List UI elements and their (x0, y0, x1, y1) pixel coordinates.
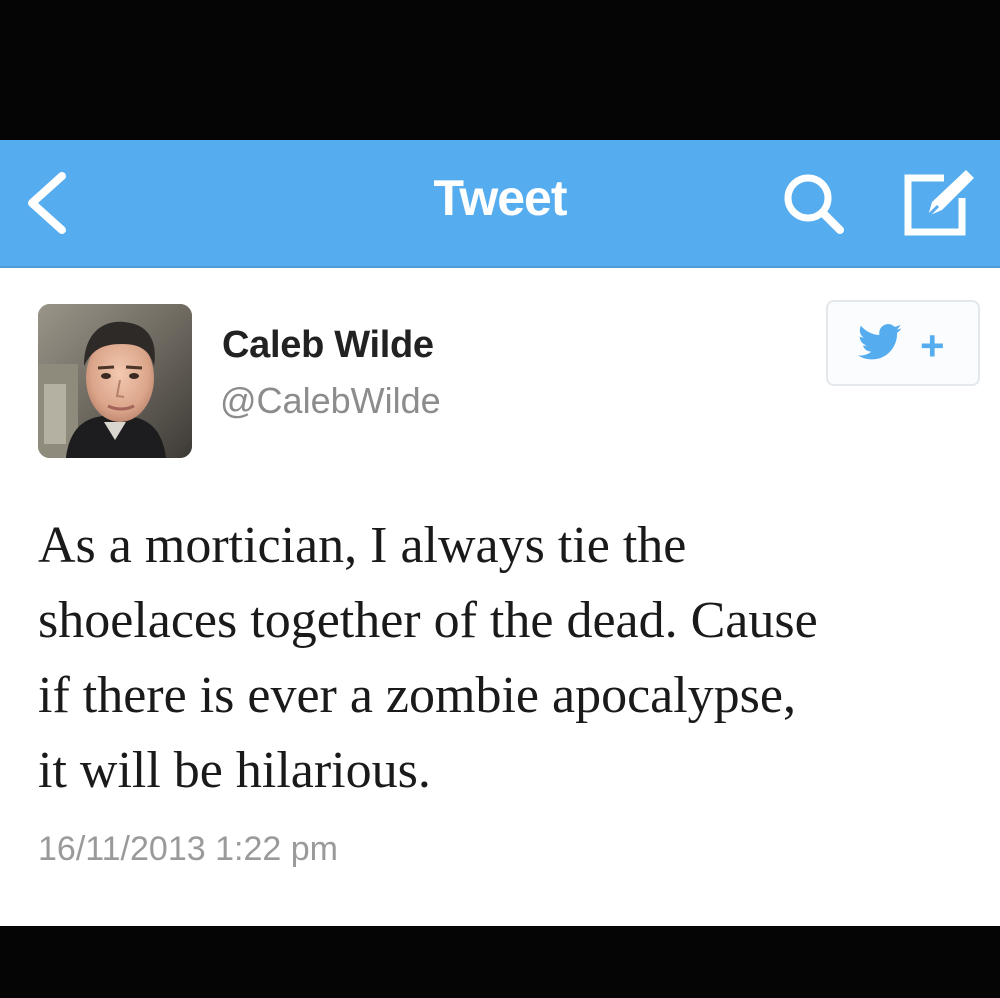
search-icon (784, 174, 844, 234)
compose-button[interactable] (898, 164, 978, 240)
author-display-name[interactable]: Caleb Wilde (222, 324, 434, 367)
tweet-text: As a mortician, I always tie the shoelac… (38, 508, 988, 808)
tweet-text-line: it will be hilarious. (38, 742, 431, 799)
profile-photo (38, 304, 192, 458)
page-title: Tweet (433, 170, 568, 226)
chevron-left-icon (28, 172, 66, 234)
tweet-text-line: As a mortician, I always tie the (38, 517, 687, 574)
tweet-text-line: shoelaces together of the dead. Cause (38, 592, 818, 649)
follow-button[interactable]: + (826, 300, 980, 386)
tweet-timestamp: 16/11/2013 1:22 pm (38, 830, 338, 868)
twitter-bird-icon (858, 324, 902, 360)
status-bar-area (0, 0, 1000, 140)
author-handle[interactable]: @CalebWilde (220, 380, 441, 422)
avatar[interactable] (38, 304, 192, 458)
navigation-bar: Tweet (0, 140, 1000, 268)
tweet-detail: Caleb Wilde @CalebWilde + As a mortician… (0, 268, 1000, 926)
back-button[interactable] (18, 170, 78, 236)
bottom-area (0, 926, 1000, 998)
tweet-text-line: if there is ever a zombie apocalypse, (38, 667, 796, 724)
compose-icon (904, 170, 974, 236)
search-button[interactable] (778, 168, 848, 238)
plus-icon: + (920, 322, 945, 369)
screen: Tweet Caleb Wilde @CalebWilde + As a mor… (0, 0, 1000, 998)
